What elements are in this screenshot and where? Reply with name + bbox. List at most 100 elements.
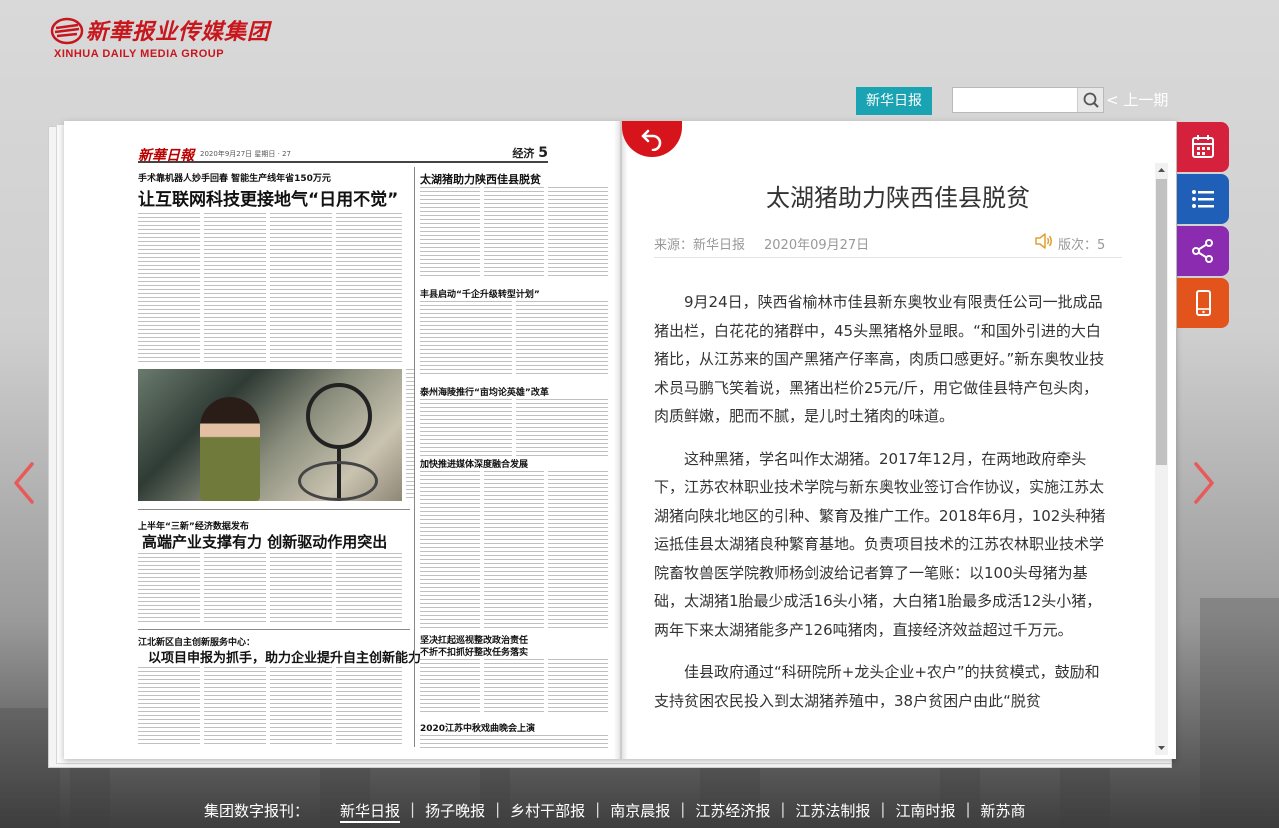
group-logo[interactable]: 新華报业传媒集团 XINHUA DAILY MEDIA GROUP: [50, 14, 269, 64]
article-text-block: [420, 735, 608, 749]
article-edition: 版次：5: [1058, 238, 1106, 253]
article-paragraph: 9月24日，陕西省榆林市佳县新东奥牧业有限责任公司一批成品猪出栏，白花花的猪群中…: [654, 293, 1105, 425]
list-button[interactable]: [1177, 174, 1229, 224]
article-panel: 太湖猪助力陕西佳县脱贫 来源：新华日报 2020年09月27日 版次：5 9月2…: [628, 160, 1168, 756]
article-text-block: [548, 187, 608, 277]
footer-link[interactable]: 江苏经济报: [695, 800, 770, 823]
search-button[interactable]: [1077, 88, 1103, 112]
article-text-block: [420, 187, 480, 277]
article-text-block: [516, 301, 608, 377]
headline[interactable]: 让互联网科技更接地气“日用不觉”: [138, 185, 398, 210]
article-text-block: [484, 471, 544, 631]
scroll-up-icon[interactable]: [1155, 163, 1168, 177]
column-rule: [414, 167, 415, 747]
footer-link[interactable]: 新华日报: [340, 800, 401, 823]
article-text-block: [420, 659, 480, 715]
footer-nav: 集团数字报刊： 新华日报 | 扬子晚报 | 乡村干部报 | 南京晨报 | 江苏经济报 | 江苏法制报…: [0, 800, 1279, 824]
news-photo[interactable]: [138, 369, 402, 501]
footer-link[interactable]: 乡村干部报: [510, 800, 585, 823]
article-title: 太湖猪助力陕西佳县脱贫: [766, 184, 1030, 212]
headline[interactable]: 丰县启动“千企升级转型计划”: [420, 287, 540, 300]
article-text-block: [548, 659, 608, 715]
article-text-block: [336, 553, 402, 625]
article-text-block: [270, 553, 332, 625]
scroll-down-icon[interactable]: [1155, 741, 1168, 755]
column-rule: [138, 509, 410, 510]
article-text-block: [138, 667, 200, 747]
article-scrollbar[interactable]: [1155, 163, 1168, 755]
footer-separator: |: [595, 800, 601, 818]
newspaper-page-thumbnail[interactable]: 新華日報 2020年9月27日 星期日 · 27 经济 5 手术靠机器人妙手回春…: [138, 143, 608, 753]
footer-separator: |: [880, 800, 886, 818]
newspaper-section: 经济 5: [512, 145, 548, 161]
article-text-block: [516, 399, 608, 459]
article-body: 9月24日，陕西省榆林市佳县新东奥牧业有限责任公司一批成品猪出栏，白花花的猪群中…: [654, 288, 1110, 729]
headline[interactable]: 2020江苏中秋戏曲晚会上演: [420, 721, 535, 734]
mobile-button[interactable]: [1177, 278, 1229, 328]
article-text-block: [270, 213, 332, 363]
article-text-block: [420, 471, 480, 631]
footer-link[interactable]: 扬子晚报: [425, 800, 485, 823]
footer-links: 新华日报 | 扬子晚报 | 乡村干部报 | 南京晨报 | 江苏经济报 | 江苏法制报 | 江南时报 | 新苏…: [340, 800, 1026, 823]
newspaper-masthead: 新華日報 2020年9月27日 星期日 · 27 经济 5: [138, 143, 548, 164]
book-spine: [614, 121, 628, 759]
search-input[interactable]: [953, 88, 1077, 112]
article-text-block: [420, 399, 512, 459]
logo-text-en: XINHUA DAILY MEDIA GROUP: [54, 48, 225, 60]
article-source: 来源：新华日报: [654, 238, 746, 253]
share-button[interactable]: [1177, 226, 1229, 276]
footer-separator: |: [780, 800, 786, 818]
calendar-button[interactable]: [1177, 122, 1229, 172]
speaker-icon[interactable]: [1034, 232, 1054, 250]
article-text-block: [420, 301, 512, 377]
article-text-block: [270, 667, 332, 747]
scroll-thumb[interactable]: [1156, 179, 1167, 465]
footer-separator: |: [680, 800, 686, 818]
footer-link[interactable]: 南京晨报: [610, 800, 670, 823]
photo-caption: [406, 369, 414, 501]
next-page-arrow-icon[interactable]: [1192, 460, 1216, 506]
article-text-block: [484, 659, 544, 715]
article-text-block: [138, 213, 200, 363]
headline[interactable]: 泰州海陵推行“亩均论英雄”改革: [420, 385, 549, 398]
footer-label: 集团数字报刊：: [204, 802, 310, 820]
search-icon: [1083, 92, 1099, 108]
footer-link[interactable]: 江苏法制报: [795, 800, 870, 823]
footer-link[interactable]: 新苏商: [981, 800, 1026, 823]
logo-mark-icon: [50, 17, 84, 45]
logo-text-cn: 新華报业传媒集团: [86, 19, 271, 45]
list-icon: [1192, 190, 1214, 208]
article-text-block: [336, 213, 402, 363]
headline[interactable]: 加快推进媒体深度融合发展: [420, 457, 528, 470]
article-date: 2020年09月27日: [764, 238, 870, 253]
article-meta: 来源：新华日报 2020年09月27日 版次：5: [654, 232, 1122, 258]
paper-select-button[interactable]: 新华日报: [856, 87, 932, 115]
mobile-phone-icon: [1196, 290, 1211, 316]
headline[interactable]: 以项目申报为抓手，助力企业提升自主创新能力: [148, 647, 421, 666]
share-icon: [1192, 239, 1213, 263]
footer-separator: |: [410, 800, 416, 818]
article-text-block: [336, 667, 402, 747]
newspaper-logo: 新華日報: [138, 148, 194, 164]
article-paragraph: 佳县政府通过“科研院所+龙头企业+农户”的扶贫模式，鼓励和支持贫困农民投入到太湖…: [654, 663, 1100, 710]
article-text-block: [204, 667, 266, 747]
search-box: [952, 87, 1104, 113]
previous-issue-link[interactable]: < 上一期: [1106, 89, 1168, 110]
back-arrow-icon: [641, 129, 662, 151]
article-text-block: [548, 471, 608, 631]
headline[interactable]: 太湖猪助力陕西佳县脱贫: [420, 171, 541, 187]
headline-kicker[interactable]: 手术靠机器人妙手回春 智能生产线年省150万元: [138, 171, 331, 184]
footer-link[interactable]: 江南时报: [895, 800, 955, 823]
newspaper-date: 2020年9月27日 星期日 · 27: [200, 150, 292, 158]
headline[interactable]: 高端产业支撑有力 创新驱动作用突出: [142, 531, 387, 552]
calendar-icon: [1192, 135, 1214, 158]
article-paragraph: 这种黑猪，学名叫作太湖猪。2017年12月，在两地政府牵头下，江苏农林职业技术学…: [654, 449, 1106, 639]
footer-separator: |: [965, 800, 971, 818]
article-text-block: [138, 553, 200, 625]
footer-separator: |: [495, 800, 501, 818]
column-rule: [138, 629, 410, 630]
headline[interactable]: 不折不扣抓好整改任务落实: [420, 645, 528, 658]
previous-page-arrow-icon[interactable]: [12, 460, 36, 506]
article-text-block: [204, 213, 266, 363]
article-text-block: [484, 187, 544, 277]
